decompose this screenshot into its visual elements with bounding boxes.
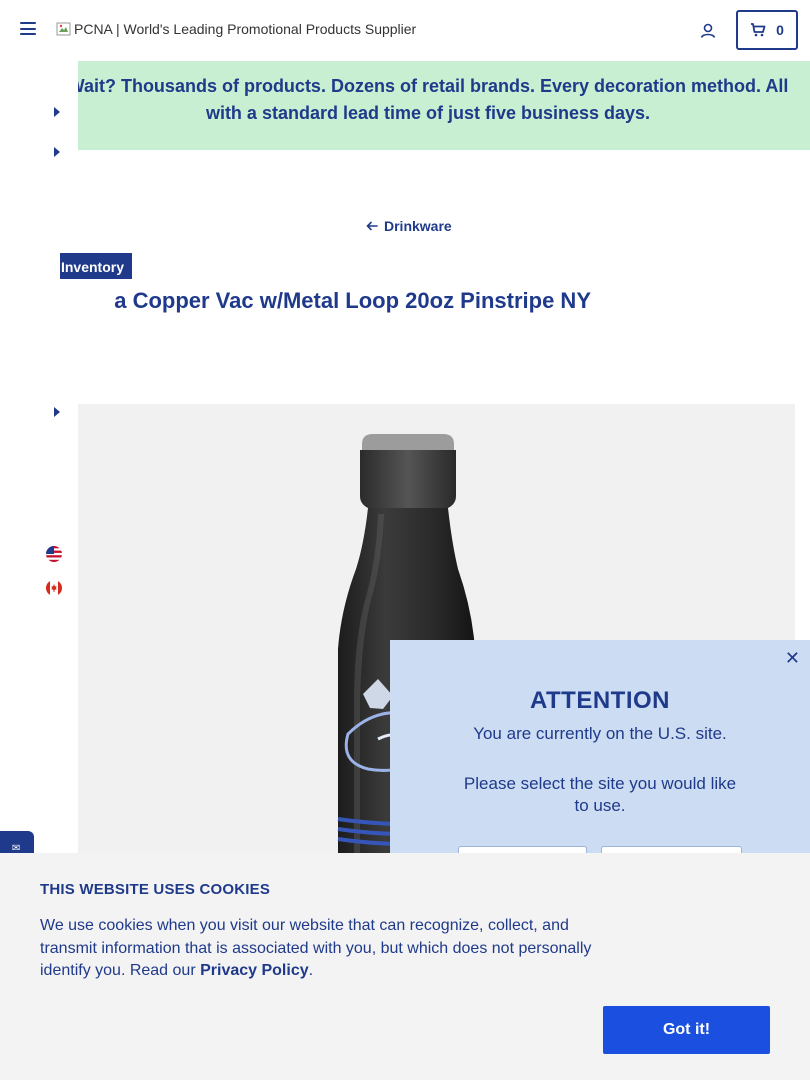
cookie-title: THIS WEBSITE USES COOKIES: [40, 881, 271, 898]
product-title-wrapper: a Copper Vac w/Metal Loop 20oz Pinstripe…: [0, 288, 810, 318]
accept-cookies-button[interactable]: Got it!: [603, 1006, 770, 1054]
cart-icon: [751, 23, 766, 37]
cookie-message: We use cookies when you visit our websit…: [40, 915, 610, 983]
modal-prompt: Please select the site you would like to…: [463, 774, 737, 815]
expand-caret-icon[interactable]: [54, 407, 60, 417]
logo-alt-text: PCNA | World's Leading Promotional Produ…: [74, 21, 417, 37]
back-to-category-link[interactable]: Drinkware: [366, 218, 452, 234]
us-flag-graphic: [46, 546, 62, 562]
modal-current-site: You are currently on the U.S. site.: [473, 724, 727, 743]
privacy-policy-link[interactable]: Privacy Policy: [200, 962, 309, 979]
cookie-body-text: We use cookies when you visit our websit…: [40, 917, 592, 979]
site-select-modal: ✕ ATTENTION You are currently on the U.S…: [390, 640, 810, 880]
product-title: a Copper Vac w/Metal Loop 20oz Pinstripe…: [114, 288, 591, 313]
canada-flag-icon[interactable]: [46, 580, 62, 596]
cart-button[interactable]: 0: [736, 10, 798, 50]
site-logo[interactable]: PCNA | World's Leading Promotional Produ…: [56, 21, 416, 37]
banner-text: Wait? Thousands of products. Dozens of r…: [78, 73, 798, 127]
canada-flag-graphic: [46, 580, 62, 596]
back-link-label: Drinkware: [384, 218, 452, 234]
site-header: PCNA | World's Leading Promotional Produ…: [0, 0, 810, 61]
close-icon[interactable]: ✕: [785, 648, 800, 669]
us-flag-icon[interactable]: [46, 546, 62, 562]
broken-image-icon: [56, 22, 71, 36]
account-icon[interactable]: [698, 21, 718, 41]
cart-count: 0: [776, 22, 784, 38]
banner-line-2: with a standard lead time of just five b…: [205, 103, 651, 123]
banner-line-1: Wait? Thousands of products. Dozens of r…: [78, 76, 789, 96]
cookie-banner: THIS WEBSITE USES COOKIES We use cookies…: [0, 853, 810, 1080]
inventory-badge: Inventory: [60, 253, 132, 279]
expand-caret-icon[interactable]: [54, 147, 60, 157]
modal-heading: ATTENTION: [529, 687, 671, 714]
promo-banner: Wait? Thousands of products. Dozens of r…: [78, 61, 810, 150]
badge-label: Inventory: [60, 259, 124, 275]
menu-icon[interactable]: [20, 22, 36, 38]
cookie-body-end: .: [308, 962, 314, 979]
expand-caret-icon[interactable]: [54, 107, 60, 117]
arrow-left-icon: [366, 221, 378, 231]
